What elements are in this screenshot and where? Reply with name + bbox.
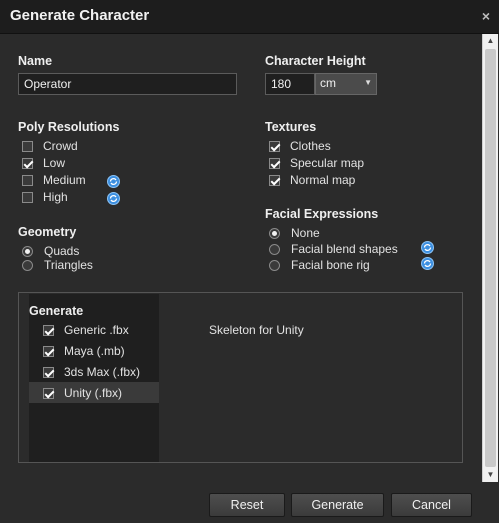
texture-clothes-checkbox[interactable]: Clothes <box>269 138 331 154</box>
cancel-button[interactable]: Cancel <box>391 493 472 517</box>
generate-detail-text: Skeleton for Unity <box>209 323 304 337</box>
poly-resolutions-label: Poly Resolutions <box>18 120 120 134</box>
checkbox-label: Medium <box>43 173 86 187</box>
scroll-down-arrow-icon[interactable]: ▼ <box>483 468 498 482</box>
sync-icon[interactable] <box>421 241 434 254</box>
checkbox-box[interactable] <box>43 324 54 336</box>
checkbox-label: Normal map <box>290 173 356 187</box>
generate-panel: Generate Generic .fbx Maya (.mb) 3ds Max… <box>18 292 463 463</box>
scroll-up-arrow-icon[interactable]: ▲ <box>483 34 498 48</box>
checkbox-label: Clothes <box>290 139 331 153</box>
window-title: Generate Character <box>10 7 150 24</box>
checkbox-box[interactable] <box>22 174 33 186</box>
sync-icon[interactable] <box>107 175 120 188</box>
facial-none-radio[interactable]: None <box>269 225 320 241</box>
facial-expressions-label: Facial Expressions <box>265 207 379 221</box>
generate-generic-fbx-checkbox[interactable]: Generic .fbx <box>43 322 129 338</box>
checkbox-box[interactable] <box>22 157 33 169</box>
reset-button[interactable]: Reset <box>209 493 285 517</box>
generate-maya-checkbox[interactable]: Maya (.mb) <box>43 343 125 359</box>
checkbox-box[interactable] <box>269 140 280 152</box>
checkbox-label: Low <box>43 156 66 170</box>
facial-blend-shapes-radio[interactable]: Facial blend shapes <box>269 241 398 257</box>
radio-label: Quads <box>44 244 80 258</box>
height-input[interactable] <box>265 73 315 95</box>
radio-button[interactable] <box>269 243 280 255</box>
checkbox-label: Generic .fbx <box>64 323 129 337</box>
checkbox-label: Maya (.mb) <box>64 344 125 358</box>
texture-specular-checkbox[interactable]: Specular map <box>269 155 364 171</box>
character-height-label: Character Height <box>265 54 366 68</box>
vertical-scrollbar[interactable]: ▲ ▼ <box>482 34 498 482</box>
checkbox-label: High <box>43 190 68 204</box>
sync-icon[interactable] <box>421 257 434 270</box>
radio-button[interactable] <box>22 259 33 271</box>
poly-medium-checkbox[interactable]: Medium <box>22 172 86 188</box>
checkbox-label: Crowd <box>43 139 78 153</box>
unit-dropdown-value: cm <box>320 76 336 90</box>
poly-crowd-checkbox[interactable]: Crowd <box>22 138 78 154</box>
generate-label: Generate <box>29 304 84 318</box>
name-label: Name <box>18 54 53 68</box>
checkbox-box[interactable] <box>43 366 54 378</box>
name-input[interactable] <box>18 73 237 95</box>
generate-list: Generate Generic .fbx Maya (.mb) 3ds Max… <box>29 294 159 462</box>
radio-label: None <box>291 226 320 240</box>
scroll-thumb[interactable] <box>485 49 496 467</box>
poly-high-checkbox[interactable]: High <box>22 189 68 205</box>
title-bar: Generate Character × <box>0 0 499 34</box>
generate-unity-checkbox[interactable]: Unity (.fbx) <box>43 385 122 401</box>
checkbox-box[interactable] <box>269 157 280 169</box>
radio-button[interactable] <box>22 245 33 257</box>
chevron-down-icon: ▼ <box>364 78 372 87</box>
checkbox-box[interactable] <box>22 140 33 152</box>
radio-button[interactable] <box>269 259 280 271</box>
textures-label: Textures <box>265 120 317 134</box>
radio-label: Triangles <box>44 258 93 272</box>
sync-icon[interactable] <box>107 192 120 205</box>
poly-low-checkbox[interactable]: Low <box>22 155 65 171</box>
unit-dropdown[interactable]: cm ▼ <box>315 73 377 95</box>
radio-label: Facial blend shapes <box>291 242 398 256</box>
checkbox-box[interactable] <box>22 191 33 203</box>
facial-bone-rig-radio[interactable]: Facial bone rig <box>269 257 370 273</box>
checkbox-box[interactable] <box>43 387 54 399</box>
generate-button[interactable]: Generate <box>291 493 384 517</box>
geometry-label: Geometry <box>18 225 77 239</box>
checkbox-label: Unity (.fbx) <box>64 386 123 400</box>
checkbox-box[interactable] <box>269 174 280 186</box>
geometry-triangles-radio[interactable]: Triangles <box>22 257 93 273</box>
generate-3dsmax-checkbox[interactable]: 3ds Max (.fbx) <box>43 364 140 380</box>
texture-normal-checkbox[interactable]: Normal map <box>269 172 355 188</box>
close-icon[interactable]: × <box>482 8 490 24</box>
checkbox-label: 3ds Max (.fbx) <box>64 365 141 379</box>
radio-button[interactable] <box>269 227 280 239</box>
checkbox-box[interactable] <box>43 345 54 357</box>
radio-label: Facial bone rig <box>291 258 370 272</box>
checkbox-label: Specular map <box>290 156 365 170</box>
